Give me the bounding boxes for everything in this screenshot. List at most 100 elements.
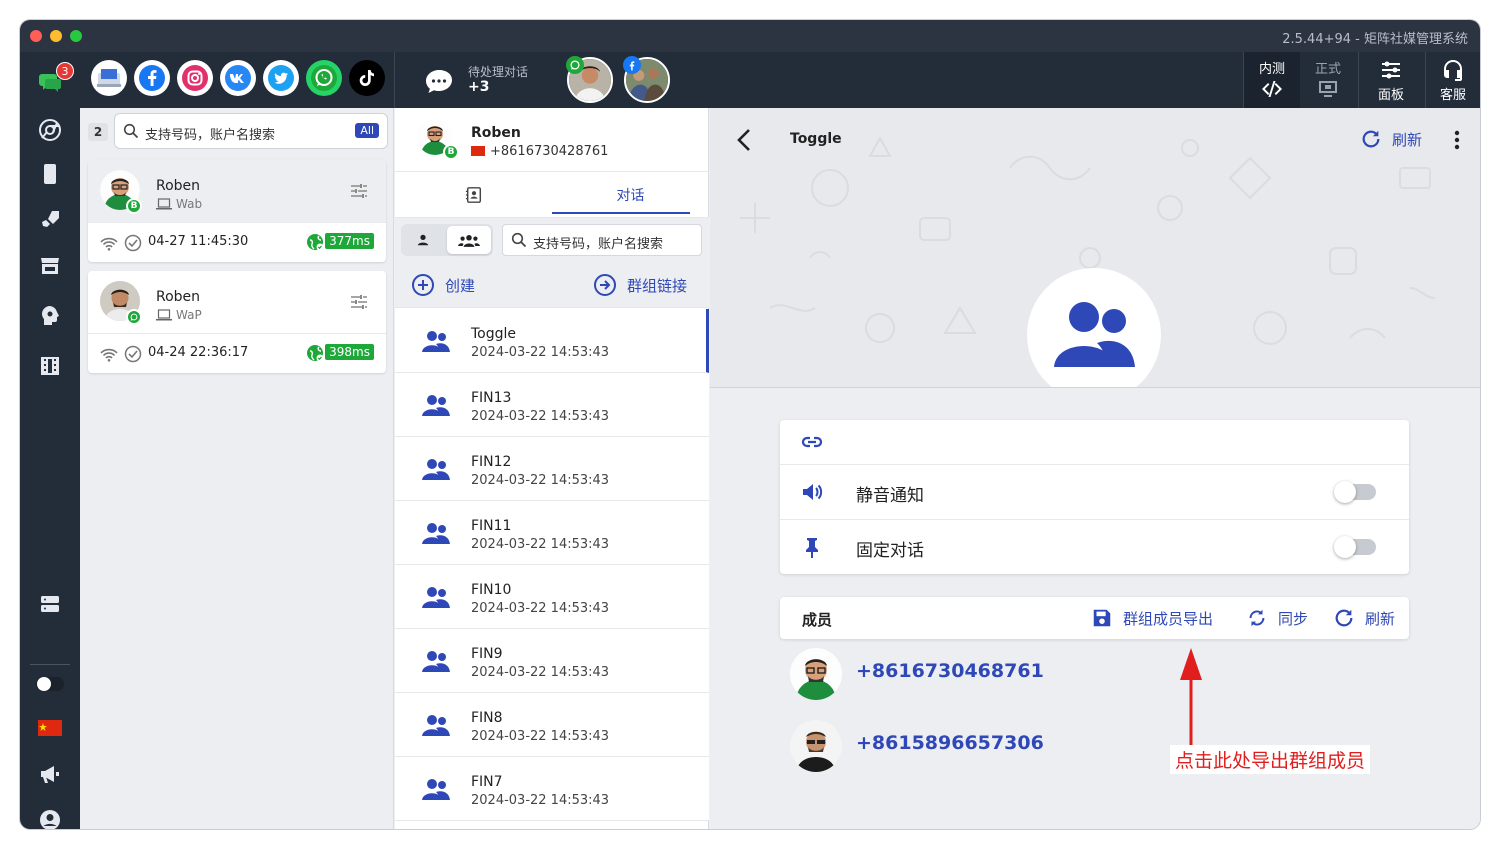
production-mode-button[interactable]: 正式 (1300, 52, 1356, 108)
instagram-icon[interactable] (177, 60, 213, 96)
conversation-search-placeholder: 支持号码，账户名搜索 (533, 237, 664, 252)
create-group-button[interactable]: 创建 (411, 273, 475, 297)
tune-icon[interactable] (350, 293, 368, 311)
conversation-item[interactable]: FIN8 2024-03-22 14:53:43 (395, 693, 709, 757)
account-search-placeholder: 支持号码，账户名搜索 (145, 128, 276, 143)
latency-badge: 377ms (325, 233, 374, 249)
account-search-input[interactable]: 支持号码，账户名搜索 All (114, 113, 388, 149)
mute-notifications-label: 静音通知 (856, 486, 924, 506)
business-badge: B (443, 144, 459, 160)
tune-icon[interactable] (350, 182, 368, 200)
zoom-window-button[interactable] (70, 30, 82, 42)
refresh-group-button[interactable]: 刷新 (1360, 128, 1422, 150)
conversation-date: 2024-03-22 14:53:43 (471, 601, 610, 616)
add-circle-icon (412, 274, 434, 296)
tiktok-icon[interactable] (349, 60, 385, 96)
account-count-badge: 2 (88, 123, 108, 141)
rocket-icon[interactable] (34, 204, 66, 236)
mute-notifications-toggle[interactable] (1334, 481, 1376, 503)
facebook-icon[interactable] (134, 60, 170, 96)
conversation-item[interactable]: FIN13 2024-03-22 14:53:43 (395, 373, 709, 437)
whatsapp-icon[interactable] (306, 60, 342, 96)
title-bar: 2.5.44+94 - 矩阵社媒管理系统 (20, 20, 1480, 52)
refresh-members-button[interactable]: 刷新 (1333, 607, 1395, 629)
group-link-button[interactable]: 群组链接 (593, 273, 687, 297)
member-row[interactable]: +8616730468761 (790, 648, 1150, 704)
minimize-window-button[interactable] (50, 30, 62, 42)
export-members-button[interactable]: 群组成员导出 (1091, 607, 1213, 629)
pending-chat-icon[interactable] (424, 68, 454, 94)
beta-mode-button[interactable]: 内测 (1244, 52, 1300, 108)
whatsapp-mini-icon (566, 56, 584, 74)
conversation-item[interactable]: Toggle 2024-03-22 14:53:43 (395, 309, 709, 373)
more-options-icon[interactable] (1454, 130, 1460, 150)
account-card-header: B Roben Wab (88, 160, 386, 222)
member-row[interactable]: +8615896657306 (790, 720, 1150, 776)
account-status-row: 04-24 22:36:17 398ms (88, 333, 386, 373)
private-chat-filter[interactable] (401, 224, 445, 256)
beta-mode-label: 内测 (1258, 61, 1285, 77)
phone-device-icon[interactable] (34, 158, 66, 190)
group-icon (422, 715, 450, 736)
link-icon (801, 436, 823, 448)
panel-label: 面板 (1377, 87, 1404, 103)
code-icon (1262, 80, 1282, 97)
group-icon (1054, 302, 1135, 367)
account-card[interactable]: Roben WaP 04-24 22:36:17 398ms (88, 271, 386, 373)
megaphone-icon[interactable] (34, 758, 66, 790)
vk-icon[interactable] (220, 60, 256, 96)
group-chat-filter[interactable] (447, 226, 491, 254)
conversation-panel: B Roben +8616730428761 对话 支持号码，账户名搜索 创建 … (395, 108, 709, 829)
account-card[interactable]: B Roben Wab 04-27 11:45:30 377ms (88, 160, 386, 262)
group-icon (422, 523, 450, 544)
group-icon (422, 587, 450, 608)
user-profile-icon[interactable] (34, 804, 66, 829)
close-window-button[interactable] (30, 30, 42, 42)
conversation-filter-bar: 支持号码，账户名搜索 (395, 218, 709, 264)
mute-notifications-row: 静音通知 (780, 464, 1409, 519)
conversation-item[interactable]: FIN9 2024-03-22 14:53:43 (395, 629, 709, 693)
film-icon[interactable] (34, 350, 66, 382)
chrome-icon[interactable] (34, 114, 66, 146)
language-flag-icon[interactable] (34, 712, 66, 744)
create-label: 创建 (445, 276, 476, 295)
browser-platform-icon[interactable] (91, 60, 127, 96)
account-status-row: 04-27 11:45:30 377ms (88, 222, 386, 262)
conversation-item[interactable]: FIN7 2024-03-22 14:53:43 (395, 757, 709, 821)
support-button[interactable]: 客服 (1426, 52, 1480, 108)
conversation-name: FIN7 (471, 774, 503, 790)
conversation-name: Toggle (471, 326, 517, 342)
group-link-label: 群组链接 (627, 276, 688, 295)
group-settings-card: 静音通知 固定对话 (780, 420, 1409, 574)
account-card-header: Roben WaP (88, 271, 386, 333)
back-arrow-icon[interactable] (736, 128, 752, 152)
conversation-item[interactable]: FIN12 2024-03-22 14:53:43 (395, 437, 709, 501)
sync-members-button[interactable]: 同步 (1246, 607, 1308, 629)
ai-head-icon[interactable] (34, 300, 66, 332)
server-icon[interactable] (34, 588, 66, 620)
chat-type-segment (401, 224, 493, 256)
tab-contacts[interactable] (395, 172, 552, 218)
panel-button[interactable]: 面板 (1359, 52, 1423, 108)
pending-conversations-count: +3 (468, 79, 490, 95)
group-icon (458, 234, 480, 247)
app-window: 2.5.44+94 - 矩阵社媒管理系统 3 待处理对话 +3 内测 正式 面板… (20, 20, 1480, 829)
store-icon[interactable] (34, 250, 66, 282)
left-rail: 3 (20, 52, 80, 829)
all-filter-chip[interactable]: All (355, 123, 379, 138)
conversation-item[interactable]: FIN11 2024-03-22 14:53:43 (395, 501, 709, 565)
theme-toggle[interactable] (34, 668, 66, 700)
conversation-tabs: 对话 (395, 172, 709, 218)
twitter-icon[interactable] (263, 60, 299, 96)
accounts-panel: 2 支持号码，账户名搜索 All B Roben Wab 04-27 11:45… (80, 108, 394, 829)
pin-chat-toggle[interactable] (1334, 536, 1376, 558)
wifi-icon (100, 237, 118, 251)
top-bar: 待处理对话 +3 内测 正式 面板 客服 (80, 52, 1480, 108)
group-link-row[interactable] (780, 420, 1409, 464)
conversation-search-input[interactable]: 支持号码，账户名搜索 (502, 224, 702, 256)
conversation-date: 2024-03-22 14:53:43 (471, 665, 610, 680)
conversation-item[interactable]: FIN10 2024-03-22 14:53:43 (395, 565, 709, 629)
laptop-icon (156, 309, 172, 321)
refresh-members-label: 刷新 (1365, 609, 1396, 628)
laptop-icon (156, 198, 172, 210)
